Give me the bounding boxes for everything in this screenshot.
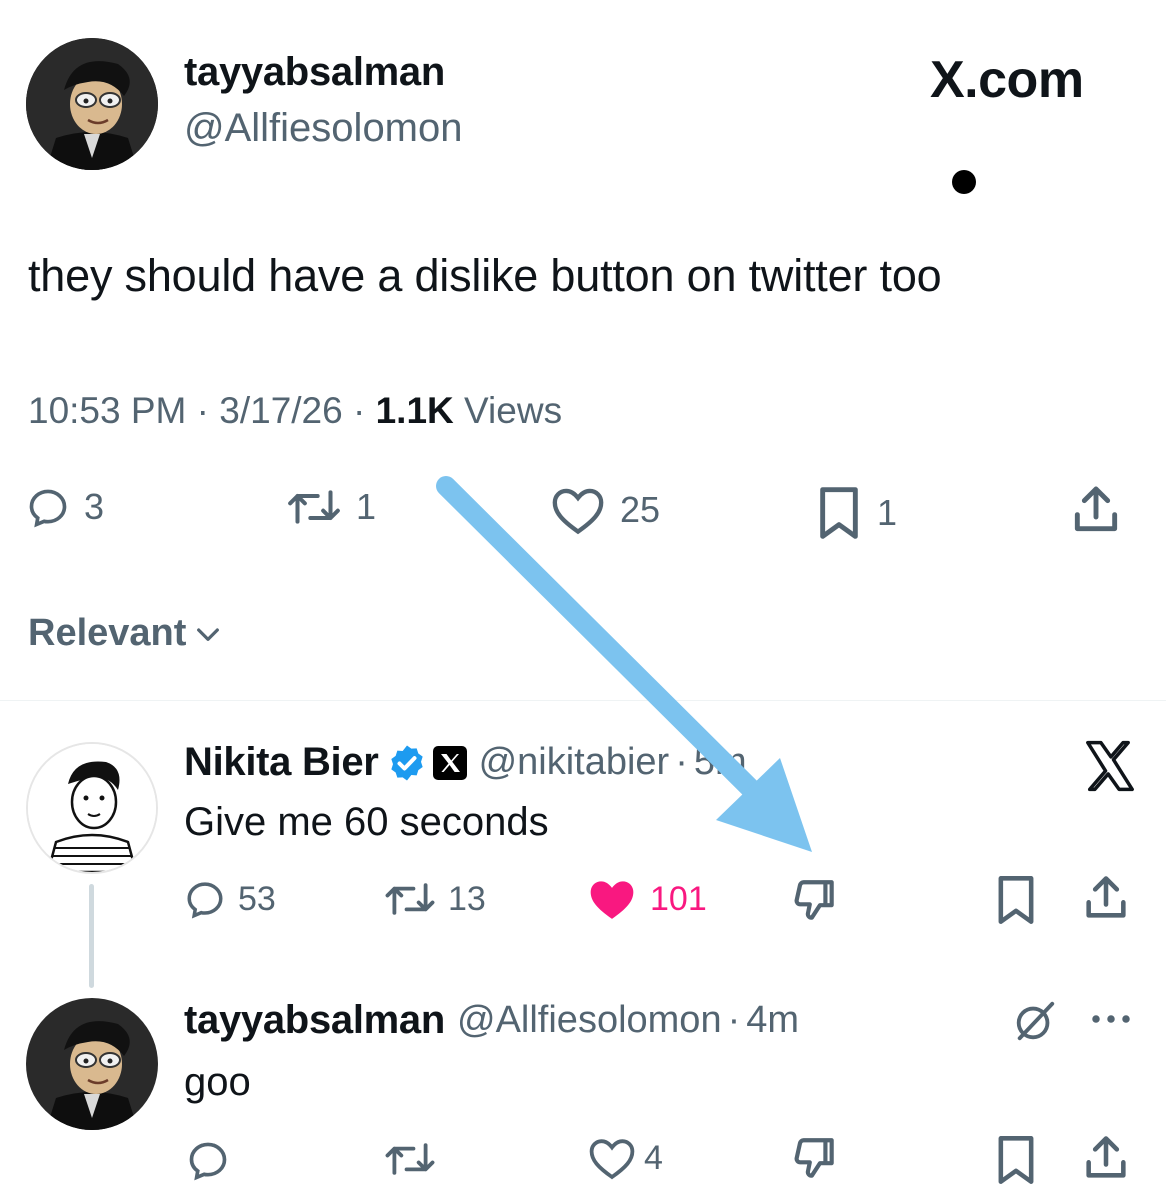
author-handle[interactable]: @Allfiesolomon (184, 106, 463, 151)
meta-separator: · (675, 741, 688, 783)
like-count: 4 (644, 1138, 663, 1177)
repost-icon (384, 878, 436, 920)
bookmark-icon (994, 1134, 1038, 1186)
share-icon (1080, 872, 1132, 924)
grok-button[interactable] (1012, 998, 1058, 1044)
author-name[interactable]: tayyabsalman (184, 50, 445, 95)
grok-icon (1012, 998, 1058, 1044)
thread-line (89, 884, 94, 988)
like-count: 101 (650, 879, 707, 918)
sort-label: Relevant (28, 612, 187, 654)
reply-icon (26, 485, 70, 529)
author-avatar[interactable] (26, 38, 158, 170)
reply-count: 3 (84, 486, 105, 527)
meta-separator: · (727, 999, 741, 1041)
more-icon (1088, 1004, 1134, 1034)
reply1-handle[interactable]: @nikitabier (479, 741, 670, 784)
reply1-dislike-button[interactable] (790, 876, 840, 926)
repost-icon (384, 1138, 436, 1180)
reply2-reply-button[interactable] (186, 1138, 230, 1182)
tweet-meta: 10:53 PM · 3/17/26 · 1.1K Views (28, 390, 562, 432)
repost-icon (286, 485, 342, 529)
reply2-like-button[interactable]: 4 (588, 1136, 663, 1180)
reply2-dislike-button[interactable] (790, 1134, 840, 1184)
repost-button[interactable]: 1 (286, 485, 376, 529)
reply2-handle[interactable]: @Allfiesolomon (457, 999, 722, 1042)
reply1-x-logo (1082, 738, 1138, 794)
share-icon (1068, 482, 1124, 538)
dislike-icon (790, 876, 840, 926)
reply2-repost-button[interactable] (384, 1138, 436, 1180)
repost-count: 1 (356, 486, 377, 527)
bookmark-icon (994, 874, 1038, 926)
reply2-bookmark-button[interactable] (994, 1134, 1038, 1186)
share-button[interactable] (1068, 482, 1124, 538)
verified-badge-icon[interactable] (387, 743, 427, 783)
views-label[interactable]: Views (464, 390, 562, 431)
reply1-share-button[interactable] (1080, 872, 1132, 924)
reply2-header: tayyabsalman @Allfiesolomon · 4m (184, 998, 799, 1043)
x-logo-icon (1082, 738, 1138, 794)
reply1-name[interactable]: Nikita Bier (184, 740, 379, 785)
reply1-reply-button[interactable]: 53 (184, 878, 276, 920)
x-logo-icon (440, 753, 460, 772)
bookmark-button[interactable]: 1 (815, 485, 897, 541)
chevron-down-icon (192, 618, 224, 650)
brand-logo: X.com (930, 51, 1084, 109)
reply1-header: Nikita Bier @nikitabier · 5m (184, 740, 747, 785)
bookmark-count: 1 (877, 492, 898, 533)
repost-count: 13 (448, 879, 486, 918)
reply-button[interactable]: 3 (26, 485, 104, 529)
tweet-time[interactable]: 10:53 PM (28, 390, 186, 431)
reply2-time[interactable]: 4m (746, 999, 799, 1042)
share-icon (1080, 1132, 1132, 1184)
reply-icon (186, 1138, 230, 1182)
dislike-icon (790, 1134, 840, 1184)
divider (0, 700, 1166, 701)
sort-selector[interactable]: Relevant (28, 612, 224, 655)
reply2-share-button[interactable] (1080, 1132, 1132, 1184)
reply1-like-button[interactable]: 101 (586, 876, 707, 922)
reply-icon (184, 878, 226, 920)
bookmark-icon (815, 485, 863, 541)
heart-icon (550, 485, 606, 535)
meta-separator: · (196, 390, 209, 431)
x-affiliate-badge[interactable] (432, 745, 467, 780)
tweet-text: they should have a dislike button on twi… (28, 250, 942, 301)
reply1-repost-button[interactable]: 13 (384, 878, 486, 920)
heart-icon (586, 876, 638, 922)
dot-mark (952, 170, 976, 194)
reply1-text: Give me 60 seconds (184, 800, 549, 844)
heart-icon (588, 1136, 636, 1180)
meta-separator: · (353, 390, 366, 431)
tweet-date[interactable]: 3/17/26 (219, 390, 342, 431)
like-button[interactable]: 25 (550, 485, 660, 535)
reply2-name[interactable]: tayyabsalman (184, 998, 445, 1043)
reply2-avatar[interactable] (26, 998, 158, 1130)
views-count[interactable]: 1.1K (376, 390, 454, 431)
reply-count: 53 (238, 879, 276, 918)
reply1-avatar[interactable] (26, 742, 158, 874)
like-count: 25 (620, 489, 661, 530)
reply2-text: goo (184, 1060, 251, 1104)
reply1-time[interactable]: 5m (694, 741, 747, 784)
more-button[interactable] (1088, 1004, 1134, 1034)
reply1-bookmark-button[interactable] (994, 874, 1038, 926)
